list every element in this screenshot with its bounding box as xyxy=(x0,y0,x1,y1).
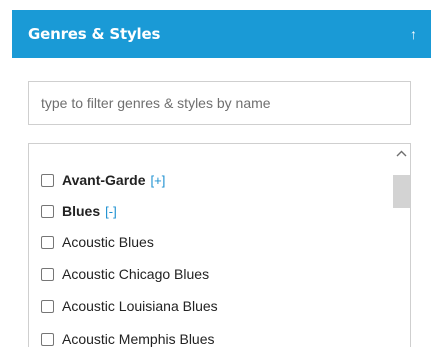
genre-filter-input[interactable] xyxy=(29,82,410,124)
style-item-acoustic-memphis-blues[interactable]: Acoustic Memphis Blues xyxy=(41,330,215,347)
panel-title: Genres & Styles xyxy=(28,25,161,43)
genre-item-avant-garde[interactable]: Avant-Garde [+] xyxy=(41,171,165,189)
style-checkbox[interactable] xyxy=(41,299,54,313)
genre-label: Blues xyxy=(62,203,101,219)
style-item-acoustic-louisiana-blues[interactable]: Acoustic Louisiana Blues xyxy=(41,297,218,315)
scrollbar-thumb[interactable] xyxy=(393,175,410,208)
style-checkbox[interactable] xyxy=(41,332,54,346)
genre-list: Avant-Garde [+] Blues [-] Acoustic Blues… xyxy=(29,144,394,347)
style-item-acoustic-blues[interactable]: Acoustic Blues xyxy=(41,233,154,251)
chevron-up-icon[interactable] xyxy=(393,146,410,160)
style-checkbox[interactable] xyxy=(41,267,54,281)
style-label: Acoustic Louisiana Blues xyxy=(62,298,218,314)
list-scrollbar[interactable] xyxy=(393,144,410,347)
style-label: Acoustic Memphis Blues xyxy=(62,331,215,347)
expand-toggle[interactable]: [+] xyxy=(151,173,166,188)
genre-checkbox[interactable] xyxy=(41,173,54,187)
collapse-toggle[interactable]: [-] xyxy=(105,204,117,219)
style-item-acoustic-chicago-blues[interactable]: Acoustic Chicago Blues xyxy=(41,265,209,283)
genre-label: Avant-Garde xyxy=(62,172,146,188)
genre-filter-box xyxy=(28,81,411,125)
style-label: Acoustic Blues xyxy=(62,234,154,250)
style-checkbox[interactable] xyxy=(41,235,54,249)
genre-list-panel: Avant-Garde [+] Blues [-] Acoustic Blues… xyxy=(28,143,411,347)
genre-item-blues[interactable]: Blues [-] xyxy=(41,202,117,220)
style-label: Acoustic Chicago Blues xyxy=(62,266,210,282)
genre-checkbox[interactable] xyxy=(41,204,54,218)
genres-styles-header[interactable]: Genres & Styles ↑ xyxy=(12,10,431,58)
arrow-up-icon[interactable]: ↑ xyxy=(410,27,417,41)
